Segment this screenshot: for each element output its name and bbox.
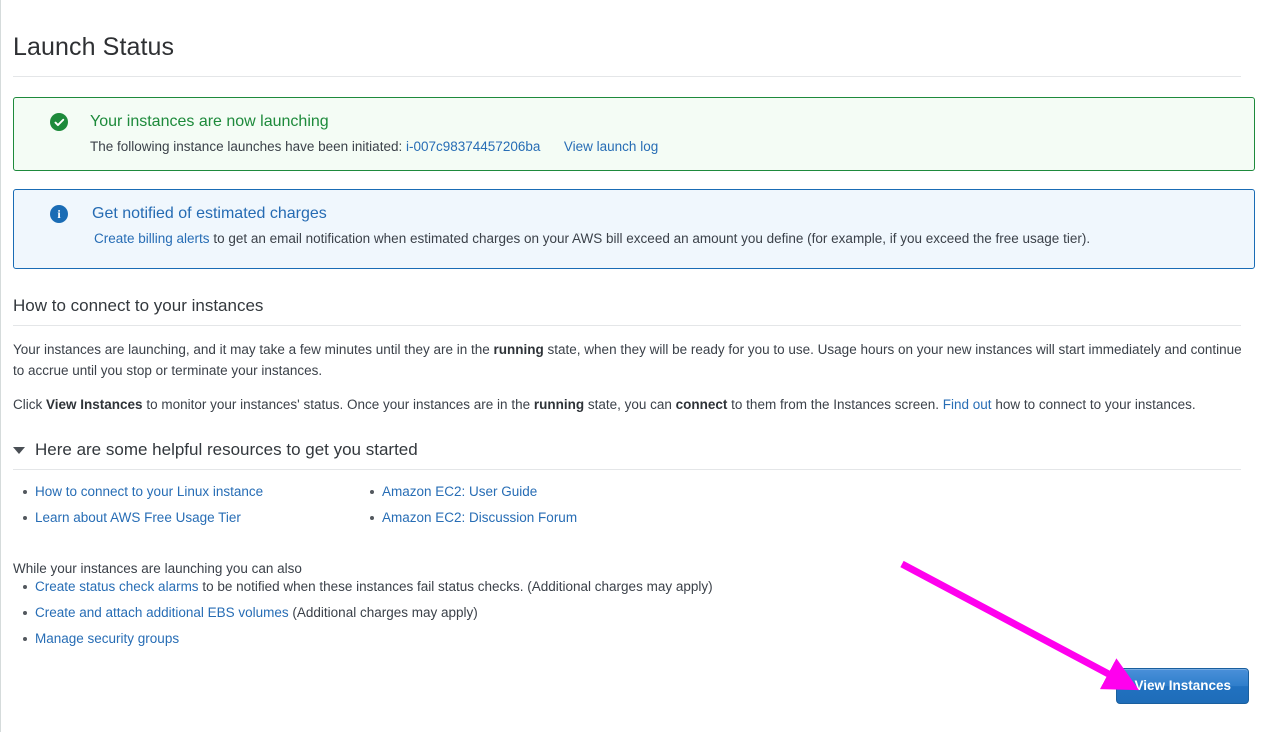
- paragraph1-bold-running: running: [494, 342, 544, 357]
- connect-paragraph-1: Your instances are launching, and it may…: [13, 339, 1243, 381]
- resources-section-heading: Here are some helpful resources to get y…: [35, 439, 418, 461]
- footer-actions: View Instances: [1116, 668, 1249, 704]
- connect-section-heading: How to connect to your instances: [13, 295, 1267, 317]
- create-ebs-volumes-link[interactable]: Create and attach additional EBS volumes: [35, 605, 289, 620]
- list-item: Amazon EC2: User Guide: [348, 483, 695, 501]
- resources-section-divider: [13, 469, 1241, 470]
- info-alert-heading: Get notified of estimated charges: [90, 203, 1240, 224]
- paragraph2-bold-running: running: [534, 397, 584, 412]
- success-alert-heading: Your instances are now launching: [90, 111, 1240, 132]
- paragraph2-part4: to them from the Instances screen.: [727, 397, 942, 412]
- page-title: Launch Status: [1, 0, 1267, 62]
- resource-link-linux-connect[interactable]: How to connect to your Linux instance: [35, 484, 263, 499]
- paragraph2-bold-view-instances: View Instances: [46, 397, 143, 412]
- resources-links: How to connect to your Linux instance Le…: [1, 483, 1267, 535]
- resources-column-2: Amazon EC2: User Guide Amazon EC2: Discu…: [348, 483, 695, 535]
- also-section-intro: While your instances are launching you c…: [13, 559, 1267, 578]
- info-circle-icon: i: [50, 205, 68, 223]
- find-out-link[interactable]: Find out: [943, 397, 992, 412]
- also-section-list: Create status check alarms to be notifie…: [1, 578, 1267, 648]
- list-item: How to connect to your Linux instance: [1, 483, 348, 501]
- resource-link-discussion-forum[interactable]: Amazon EC2: Discussion Forum: [382, 510, 577, 525]
- connect-paragraph-2: Click View Instances to monitor your ins…: [13, 394, 1243, 415]
- launch-status-page: Launch Status Your instances are now lau…: [0, 0, 1267, 732]
- check-circle-icon: [50, 113, 68, 131]
- create-billing-alerts-link[interactable]: Create billing alerts: [94, 231, 210, 246]
- connect-section-divider: [13, 325, 1241, 326]
- list-item: Learn about AWS Free Usage Tier: [1, 509, 348, 527]
- manage-security-groups-link[interactable]: Manage security groups: [35, 631, 179, 646]
- view-instances-button[interactable]: View Instances: [1116, 668, 1249, 704]
- paragraph2-part1: Click: [13, 397, 46, 412]
- view-launch-log-link[interactable]: View launch log: [564, 139, 658, 154]
- info-alert-text: Create billing alerts to get an email no…: [90, 229, 1240, 248]
- status-alarms-note: to be notified when these instances fail…: [199, 579, 713, 594]
- list-item: Amazon EC2: Discussion Forum: [348, 509, 695, 527]
- info-alert-body: Get notified of estimated charges Create…: [90, 203, 1240, 248]
- launch-success-alert: Your instances are now launching The fol…: [13, 97, 1255, 171]
- paragraph2-part2: to monitor your instances' status. Once …: [143, 397, 534, 412]
- paragraph2-part5: how to connect to your instances.: [992, 397, 1196, 412]
- paragraph1-part1: Your instances are launching, and it may…: [13, 342, 494, 357]
- success-alert-text: The following instance launches have bee…: [90, 137, 1240, 156]
- list-item: Create status check alarms to be notifie…: [1, 578, 1267, 596]
- success-alert-prefix: The following instance launches have bee…: [90, 139, 402, 154]
- list-item: Manage security groups: [1, 630, 1267, 648]
- chevron-down-icon[interactable]: [13, 447, 25, 454]
- resources-list-1: How to connect to your Linux instance Le…: [1, 483, 348, 527]
- ebs-volumes-note: (Additional charges may apply): [289, 605, 478, 620]
- resources-column-1: How to connect to your Linux instance Le…: [1, 483, 348, 535]
- paragraph2-part3: state, you can: [584, 397, 676, 412]
- info-alert-body-text: to get an email notification when estima…: [213, 231, 1090, 246]
- paragraph2-bold-connect: connect: [676, 397, 728, 412]
- resources-section-toggle[interactable]: Here are some helpful resources to get y…: [13, 439, 1267, 461]
- list-item: Create and attach additional EBS volumes…: [1, 604, 1267, 622]
- instance-id-link[interactable]: i-007c98374457206ba: [406, 139, 540, 154]
- title-divider: [13, 76, 1241, 77]
- create-status-check-alarms-link[interactable]: Create status check alarms: [35, 579, 199, 594]
- resources-list-2: Amazon EC2: User Guide Amazon EC2: Discu…: [348, 483, 695, 527]
- billing-info-alert: i Get notified of estimated charges Crea…: [13, 189, 1255, 269]
- resource-link-user-guide[interactable]: Amazon EC2: User Guide: [382, 484, 537, 499]
- success-alert-body: Your instances are now launching The fol…: [90, 111, 1240, 156]
- resource-link-free-tier[interactable]: Learn about AWS Free Usage Tier: [35, 510, 241, 525]
